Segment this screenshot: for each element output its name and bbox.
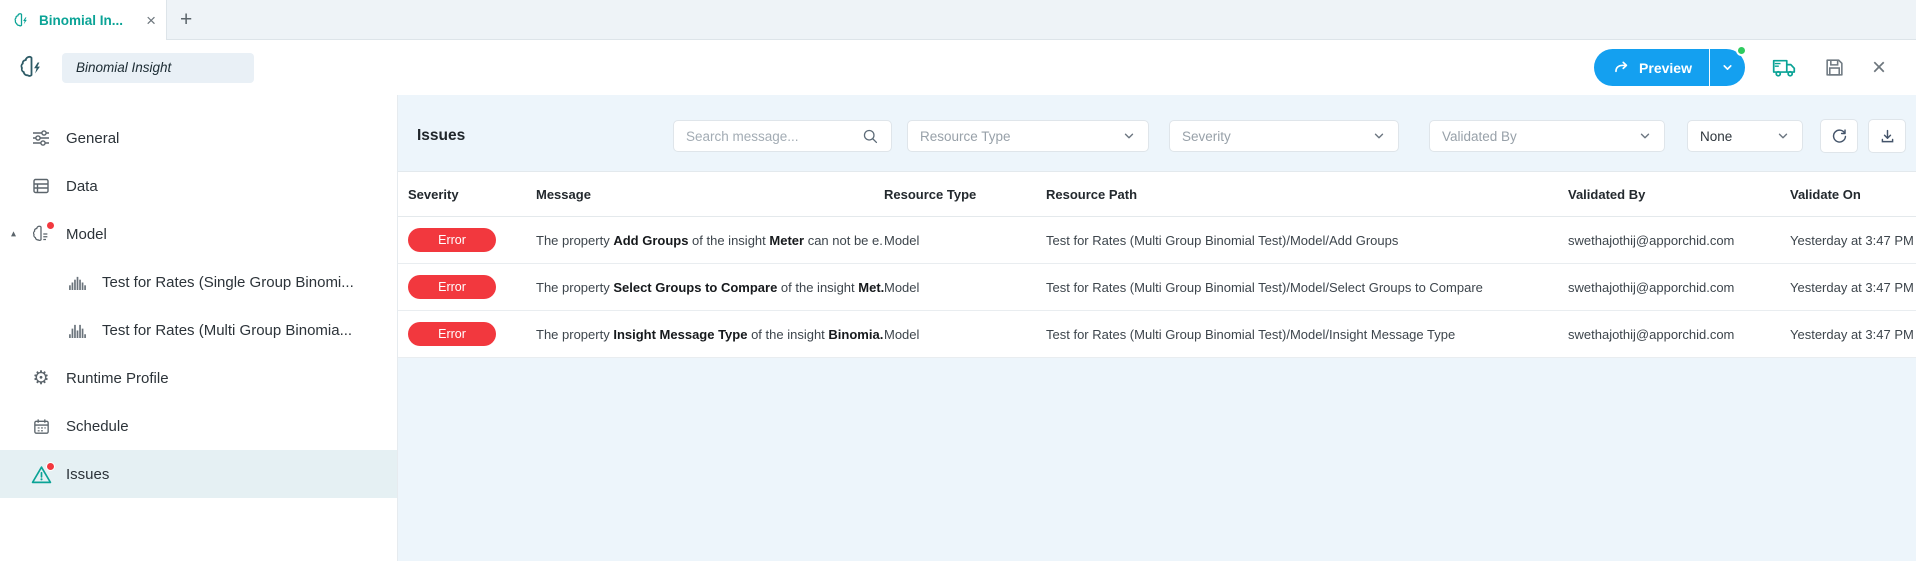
- collapse-caret-icon[interactable]: ▴: [11, 229, 16, 240]
- resource-type-dropdown[interactable]: Resource Type: [907, 120, 1149, 152]
- error-badge-dot: [46, 462, 55, 471]
- sidebar-item-model[interactable]: ▴ Model: [0, 210, 397, 258]
- issues-table-header: Severity Message Resource Type Resource …: [398, 172, 1916, 217]
- issue-row[interactable]: Error The property Select Groups to Comp…: [398, 264, 1916, 311]
- brain-bolt-icon: [18, 54, 45, 81]
- sidebar-item-test-rates-single[interactable]: Test for Rates (Single Group Binomi...: [0, 258, 397, 306]
- search-box: [673, 120, 892, 152]
- validated-by-cell: swethajothij@apporchid.com: [1568, 327, 1790, 342]
- sidebar-item-runtime-profile[interactable]: ⚙ Runtime Profile: [0, 354, 397, 402]
- chevron-down-icon: [1638, 129, 1652, 143]
- column-header-validate-on: Validate On: [1790, 187, 1916, 202]
- refresh-button[interactable]: [1820, 119, 1858, 153]
- close-icon[interactable]: ×: [1872, 56, 1886, 80]
- issues-panel: Issues Resource Type Severity: [398, 95, 1916, 561]
- resource-path-cell: Test for Rates (Multi Group Binomial Tes…: [1046, 280, 1568, 295]
- validate-on-cell: Yesterday at 3:47 PM: [1790, 280, 1916, 295]
- issues-toolbar: Issues Resource Type Severity: [398, 95, 1916, 171]
- tab-title: Binomial In...: [39, 13, 123, 28]
- sidebar-item-label: Test for Rates (Single Group Binomi...: [102, 274, 354, 291]
- data-table-icon: [30, 176, 52, 196]
- search-input[interactable]: [686, 129, 854, 144]
- resource-type-cell: Model: [884, 327, 1046, 342]
- resource-path-cell: Test for Rates (Multi Group Binomial Tes…: [1046, 233, 1568, 248]
- download-button[interactable]: [1868, 119, 1906, 153]
- preview-button-label: Preview: [1639, 60, 1692, 76]
- chevron-down-icon: [1122, 129, 1136, 143]
- tab-close-icon[interactable]: ×: [146, 12, 156, 29]
- new-tab-icon[interactable]: +: [180, 9, 192, 30]
- calendar-icon: [30, 417, 52, 436]
- sidebar-item-data[interactable]: Data: [0, 162, 397, 210]
- column-header-severity: Severity: [408, 187, 536, 202]
- download-icon: [1879, 128, 1896, 145]
- validate-on-cell: Yesterday at 3:47 PM: [1790, 233, 1916, 248]
- warning-triangle-icon: [30, 465, 52, 484]
- preview-button[interactable]: Preview: [1594, 49, 1710, 86]
- tab-bar: Binomial In... × +: [0, 0, 1916, 40]
- chevron-down-icon: [1372, 129, 1386, 143]
- column-header-resource-path: Resource Path: [1046, 187, 1568, 202]
- severity-badge: Error: [408, 322, 496, 346]
- column-header-message: Message: [536, 187, 884, 202]
- tune-sliders-icon: [30, 128, 52, 148]
- sidebar-item-label: Issues: [66, 466, 109, 483]
- resource-path-cell: Test for Rates (Multi Group Binomial Tes…: [1046, 327, 1568, 342]
- tab-strip: +: [166, 0, 1916, 40]
- dropdown-placeholder: Validated By: [1442, 129, 1517, 144]
- resource-type-cell: Model: [884, 280, 1046, 295]
- sidebar-item-label: Schedule: [66, 418, 129, 435]
- gear-icon: ⚙: [30, 369, 52, 388]
- column-header-validated-by: Validated By: [1568, 187, 1790, 202]
- preview-split-button: Preview: [1594, 49, 1745, 86]
- issues-table: Severity Message Resource Type Resource …: [398, 171, 1916, 358]
- save-icon[interactable]: [1824, 57, 1845, 78]
- sidebar-item-label: Runtime Profile: [66, 370, 169, 387]
- brain-bolt-icon: [13, 12, 30, 29]
- sidebar-item-test-rates-multi[interactable]: Test for Rates (Multi Group Binomia...: [0, 306, 397, 354]
- dropdown-placeholder: Severity: [1182, 129, 1231, 144]
- redo-arrow-icon: [1613, 59, 1630, 76]
- sidebar-item-label: Data: [66, 178, 98, 195]
- search-icon: [862, 128, 879, 145]
- chevron-down-icon: [1776, 129, 1790, 143]
- online-status-dot: [1736, 45, 1747, 56]
- error-badge-dot: [46, 221, 55, 230]
- deploy-truck-icon[interactable]: [1772, 57, 1797, 78]
- sidebar-item-label: General: [66, 130, 119, 147]
- dropdown-value: None: [1700, 129, 1732, 144]
- page-title: Issues: [417, 127, 465, 145]
- severity-badge: Error: [408, 228, 496, 252]
- sidebar-item-label: Test for Rates (Multi Group Binomia...: [102, 322, 352, 339]
- sidebar-item-issues[interactable]: Issues: [0, 450, 397, 498]
- validated-by-cell: swethajothij@apporchid.com: [1568, 280, 1790, 295]
- issue-message: The property Add Groups of the insight M…: [536, 233, 884, 248]
- sidebar-item-general[interactable]: General: [0, 114, 397, 162]
- bar-chart-icon: [66, 275, 88, 290]
- resource-type-cell: Model: [884, 233, 1046, 248]
- model-brain-icon: [30, 224, 52, 244]
- validate-on-cell: Yesterday at 3:47 PM: [1790, 327, 1916, 342]
- chevron-down-icon: [1721, 61, 1734, 74]
- sidebar-item-schedule[interactable]: Schedule: [0, 402, 397, 450]
- column-header-resource-type: Resource Type: [884, 187, 1046, 202]
- validated-by-cell: swethajothij@apporchid.com: [1568, 233, 1790, 248]
- sidebar-item-label: Model: [66, 226, 107, 243]
- issue-row[interactable]: Error The property Add Groups of the ins…: [398, 217, 1916, 264]
- issue-row[interactable]: Error The property Insight Message Type …: [398, 311, 1916, 358]
- refresh-icon: [1831, 128, 1848, 145]
- sidebar: General Data ▴ Model: [0, 95, 398, 561]
- dropdown-placeholder: Resource Type: [920, 129, 1011, 144]
- severity-dropdown[interactable]: Severity: [1169, 120, 1399, 152]
- bar-chart-icon: [66, 323, 88, 338]
- app-header: Preview ×: [0, 40, 1916, 95]
- group-by-dropdown[interactable]: None: [1687, 120, 1803, 152]
- issue-message: The property Insight Message Type of the…: [536, 327, 884, 342]
- severity-badge: Error: [408, 275, 496, 299]
- issues-table-body: Error The property Add Groups of the ins…: [398, 217, 1916, 358]
- insight-name-input[interactable]: [62, 53, 254, 83]
- validated-by-dropdown[interactable]: Validated By: [1429, 120, 1665, 152]
- issue-message: The property Select Groups to Compare of…: [536, 280, 884, 295]
- tab-binomial-insight[interactable]: Binomial In... ×: [0, 0, 166, 40]
